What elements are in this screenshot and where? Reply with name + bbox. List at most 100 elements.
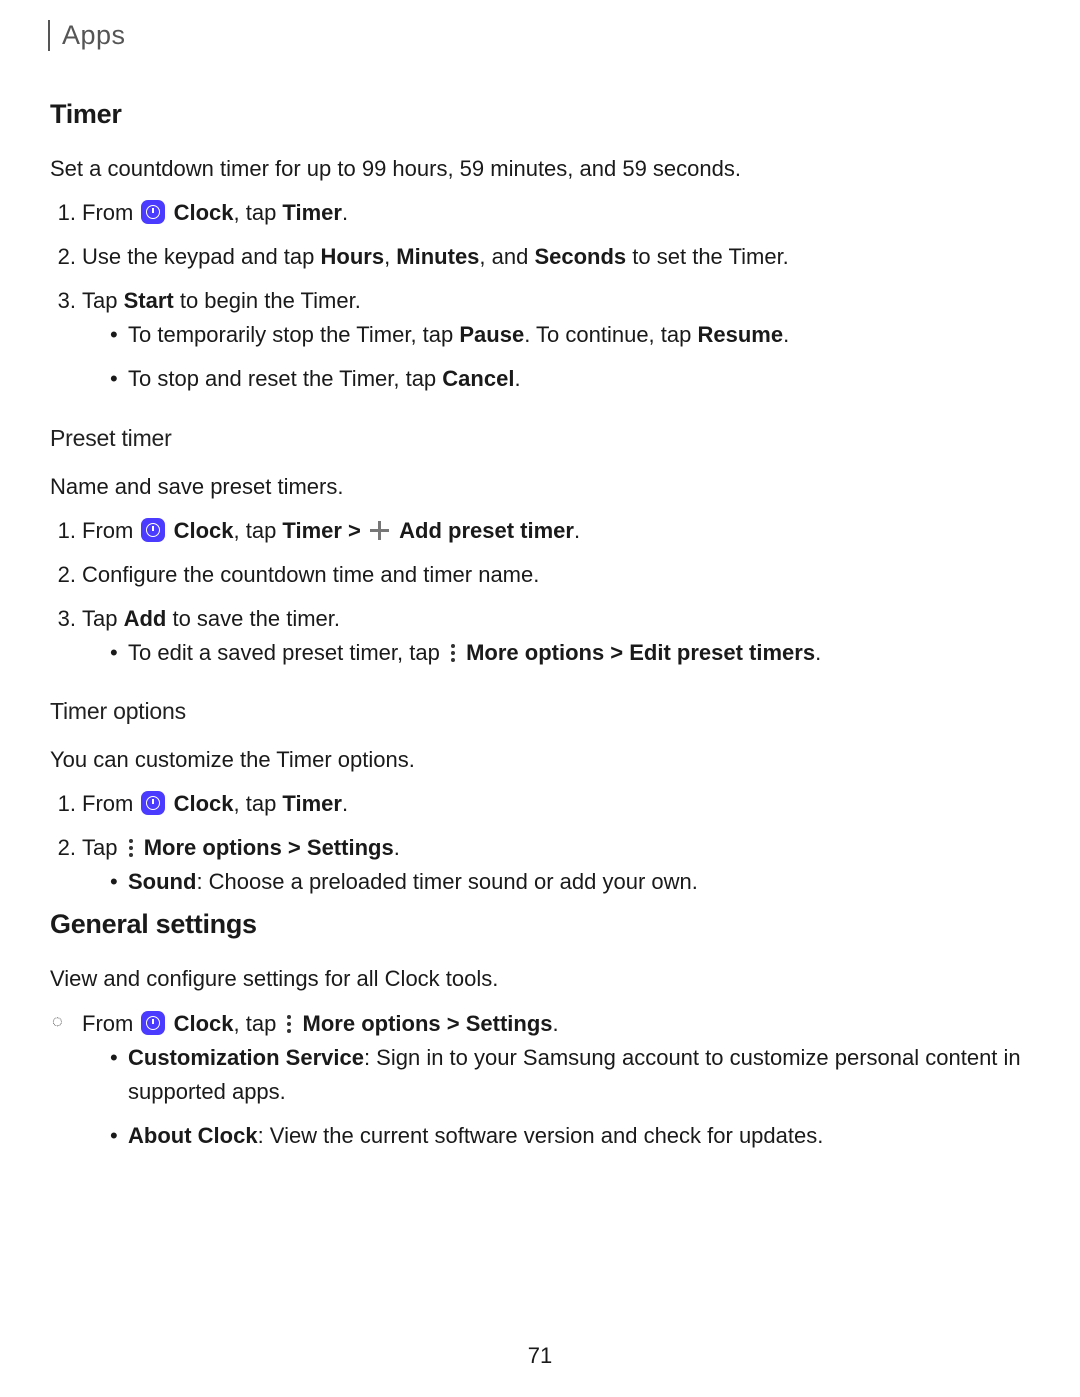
heading-timer: Timer: [50, 99, 1022, 130]
add-preset-label: Add preset timer: [399, 518, 574, 543]
timer-label: Timer: [282, 200, 342, 225]
text: Use the keypad and tap: [82, 244, 321, 269]
sound-label: Sound: [128, 869, 196, 894]
chevron: >: [342, 518, 367, 543]
preset-step-2: Configure the countdown time and timer n…: [82, 558, 1022, 592]
heading-general-settings: General settings: [50, 909, 1022, 940]
minutes-label: Minutes: [396, 244, 479, 269]
text: To stop and reset the Timer, tap: [128, 366, 442, 391]
add-label: Add: [124, 606, 167, 631]
text: .: [342, 791, 348, 816]
clock-icon: [141, 1011, 165, 1035]
about-clock-label: About Clock: [128, 1123, 258, 1148]
text: .: [553, 1011, 559, 1036]
text: to begin the Timer.: [174, 288, 361, 313]
clock-label: Clock: [174, 200, 234, 225]
more-edit-label: More options > Edit preset timers: [466, 640, 815, 665]
timer-step-1: From Clock, tap Timer.: [82, 196, 1022, 230]
text: to set the Timer.: [626, 244, 789, 269]
general-substeps: Customization Service: Sign in to your S…: [110, 1041, 1022, 1153]
section-timer-options: Timer options You can customize the Time…: [50, 698, 1022, 899]
timer-steps: From Clock, tap Timer. Use the keypad an…: [82, 196, 1022, 396]
page-number: 71: [0, 1343, 1080, 1369]
text: , tap: [234, 518, 283, 543]
clock-icon: [141, 518, 165, 542]
timer-label: Timer: [282, 518, 342, 543]
text: , and: [479, 244, 534, 269]
text: to save the timer.: [166, 606, 340, 631]
timer-step-3: Tap Start to begin the Timer. To tempora…: [82, 284, 1022, 396]
preset-intro: Name and save preset timers.: [50, 470, 1022, 504]
text: : View the current software version and …: [258, 1123, 824, 1148]
preset-substeps: To edit a saved preset timer, tap More o…: [110, 636, 1022, 670]
clock-icon: [141, 200, 165, 224]
text: .: [783, 322, 789, 347]
clock-icon: [141, 791, 165, 815]
clock-label: Clock: [174, 518, 234, 543]
customization-label: Customization Service: [128, 1045, 364, 1070]
section-timer: Timer Set a countdown timer for up to 99…: [50, 99, 1022, 397]
more-settings-label: More options > Settings: [144, 835, 394, 860]
text: From: [82, 518, 139, 543]
more-options-icon: [283, 1013, 295, 1035]
text: .: [815, 640, 821, 665]
breadcrumb: Apps: [62, 20, 126, 50]
manual-page: Apps Timer Set a countdown timer for up …: [0, 0, 1080, 1397]
section-preset-timer: Preset timer Name and save preset timers…: [50, 425, 1022, 670]
general-steps: From Clock, tap More options > Settings.…: [82, 1007, 1022, 1153]
text: . To continue, tap: [524, 322, 697, 347]
preset-steps: From Clock, tap Timer > Add preset timer…: [82, 514, 1022, 670]
options-step-2: Tap More options > Settings. Sound: Choo…: [82, 831, 1022, 899]
text: .: [574, 518, 580, 543]
text: , tap: [234, 200, 283, 225]
timer-substeps: To temporarily stop the Timer, tap Pause…: [110, 318, 1022, 396]
section-general-settings: General settings View and configure sett…: [50, 909, 1022, 1152]
options-sub-sound: Sound: Choose a preloaded timer sound or…: [110, 865, 1022, 899]
text: To temporarily stop the Timer, tap: [128, 322, 459, 347]
pause-label: Pause: [459, 322, 524, 347]
resume-label: Resume: [697, 322, 783, 347]
text: .: [514, 366, 520, 391]
preset-sub-edit: To edit a saved preset timer, tap More o…: [110, 636, 1022, 670]
text: , tap: [234, 1011, 283, 1036]
hours-label: Hours: [321, 244, 385, 269]
general-sub-customization: Customization Service: Sign in to your S…: [110, 1041, 1022, 1109]
clock-label: Clock: [174, 791, 234, 816]
start-label: Start: [124, 288, 174, 313]
text: .: [394, 835, 400, 860]
text: From: [82, 200, 139, 225]
options-steps: From Clock, tap Timer. Tap More options …: [82, 787, 1022, 899]
timer-step-2: Use the keypad and tap Hours, Minutes, a…: [82, 240, 1022, 274]
options-substeps: Sound: Choose a preloaded timer sound or…: [110, 865, 1022, 899]
timer-sub-cancel: To stop and reset the Timer, tap Cancel.: [110, 362, 1022, 396]
clock-label: Clock: [174, 1011, 234, 1036]
timer-sub-pause: To temporarily stop the Timer, tap Pause…: [110, 318, 1022, 352]
text: Tap: [82, 606, 124, 631]
timer-intro: Set a countdown timer for up to 99 hours…: [50, 152, 1022, 186]
text: ,: [384, 244, 396, 269]
preset-step-1: From Clock, tap Timer > Add preset timer…: [82, 514, 1022, 548]
text: To edit a saved preset timer, tap: [128, 640, 446, 665]
seconds-label: Seconds: [534, 244, 626, 269]
more-options-icon: [125, 837, 137, 859]
text: , tap: [234, 791, 283, 816]
text: From: [82, 791, 139, 816]
cancel-label: Cancel: [442, 366, 514, 391]
text: .: [342, 200, 348, 225]
general-intro: View and configure settings for all Cloc…: [50, 962, 1022, 996]
text: From: [82, 1011, 139, 1036]
general-step-1: From Clock, tap More options > Settings.…: [82, 1007, 1022, 1153]
options-step-1: From Clock, tap Timer.: [82, 787, 1022, 821]
options-intro: You can customize the Timer options.: [50, 743, 1022, 777]
plus-icon: [369, 520, 391, 542]
text: : Choose a preloaded timer sound or add …: [196, 869, 697, 894]
more-settings-label: More options > Settings: [303, 1011, 553, 1036]
text: Tap: [82, 288, 124, 313]
section-header: Apps: [48, 20, 1022, 51]
general-sub-about: About Clock: View the current software v…: [110, 1119, 1022, 1153]
preset-step-3: Tap Add to save the timer. To edit a sav…: [82, 602, 1022, 670]
more-options-icon: [447, 642, 459, 664]
heading-preset-timer: Preset timer: [50, 425, 1022, 452]
timer-label: Timer: [282, 791, 342, 816]
heading-timer-options: Timer options: [50, 698, 1022, 725]
